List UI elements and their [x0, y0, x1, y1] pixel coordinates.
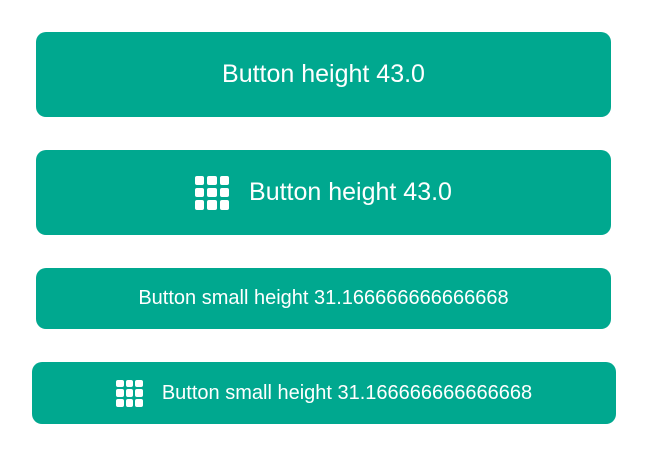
- button-label: Button height 43.0: [222, 60, 425, 88]
- button-large[interactable]: Button height 43.0: [36, 32, 611, 117]
- button-small-with-icon[interactable]: Button small height 31.166666666666668: [32, 362, 616, 424]
- button-label: Button small height 31.166666666666668: [161, 381, 533, 404]
- button-label: Button small height 31.166666666666668: [138, 287, 509, 309]
- grid-icon: [115, 379, 143, 407]
- button-small[interactable]: Button small height 31.166666666666668: [36, 268, 611, 329]
- grid-icon: [195, 175, 229, 210]
- button-label: Button height 43.0: [249, 178, 452, 206]
- button-large-with-icon[interactable]: Button height 43.0: [36, 150, 611, 235]
